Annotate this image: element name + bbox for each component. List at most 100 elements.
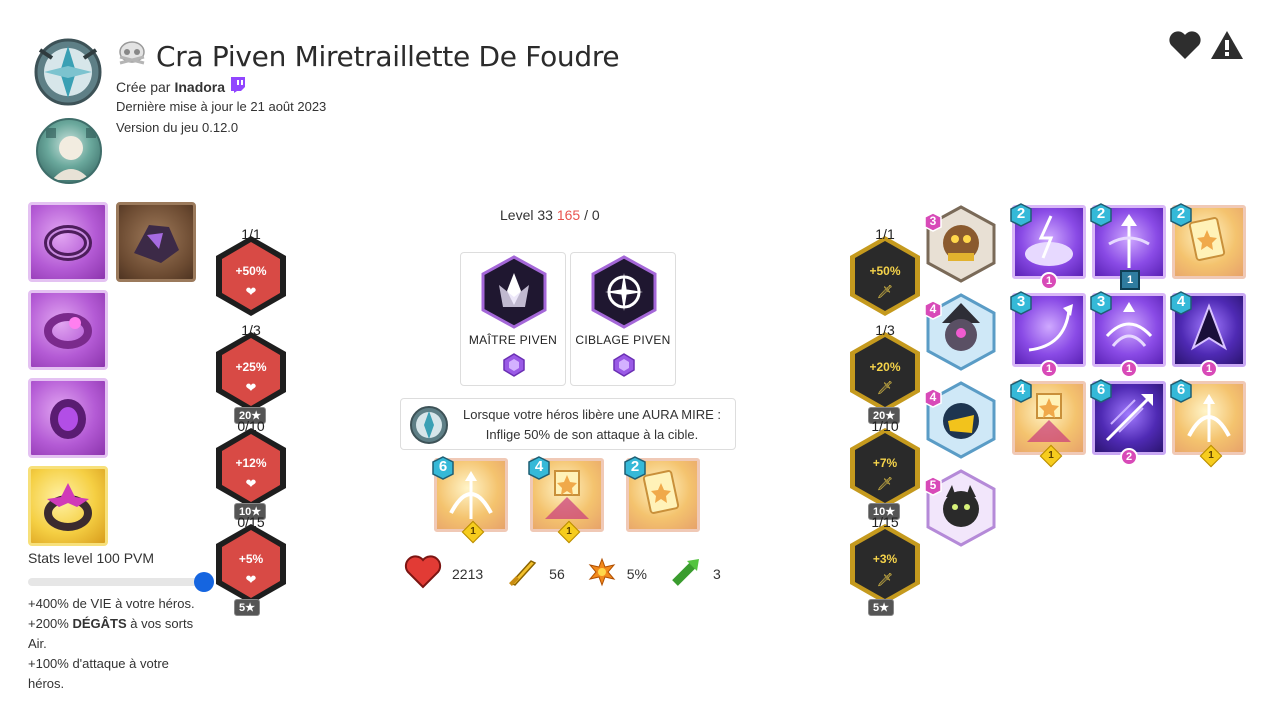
class-emblem (30, 36, 106, 108)
rune-count: 1/1 (875, 226, 895, 242)
hero-stats-bar: 2213 56 5% 3 (404, 555, 721, 592)
author-name[interactable]: Inadora (174, 79, 225, 95)
level-indicator: Level 33 165 / 0 (500, 207, 600, 223)
heart-icon: ❤ (245, 380, 257, 395)
heart-icon: ❤ (245, 476, 257, 491)
level-label: Level 33 (500, 207, 553, 223)
spell-level-badge: 1 (1200, 360, 1218, 378)
spell-cost-badge: 6 (1090, 379, 1112, 403)
attack-rune-3[interactable]: 1/10 +7% 🗡 10★ (848, 418, 922, 520)
game-version: Version du jeu 0.12.0 (116, 120, 239, 135)
rune-count: 1/3 (875, 322, 895, 338)
companion-cost-badge: 5 (924, 476, 942, 496)
star-requirement: 5★ (868, 599, 894, 616)
crit-icon (587, 557, 617, 590)
build-title: Cra Piven Miretraillette De Foudre (156, 39, 620, 73)
description-line-2: Inflige 50% de son attaque à la cible. (485, 427, 699, 442)
gem-icon (613, 353, 635, 377)
range-icon (669, 555, 703, 592)
last-updated: Dernière mise à jour le 21 août 2023 (116, 99, 327, 114)
card-ciblage-piven[interactable]: CIBLAGE PIVEN (570, 252, 676, 386)
life-value: 2213 (452, 565, 484, 582)
spell-cost-badge: 4 (1010, 379, 1032, 403)
sword-icon: 🗡 (876, 572, 894, 587)
stat-damage-suffix: à vos sorts (126, 616, 194, 631)
sword-icon: 🗡 (876, 284, 894, 299)
warning-icon[interactable] (1210, 30, 1244, 65)
passive-description: Lorsque votre héros libère une AURA MIRE… (400, 398, 736, 450)
spell-cost-badge: 2 (624, 456, 646, 480)
stats-title: Stats level 100 PVM (28, 550, 155, 566)
companion-cost-badge: 4 (924, 300, 942, 320)
stat-damage-label: DÉGÂTS (72, 616, 127, 631)
companion-cost-badge: 4 (924, 388, 942, 408)
author-avatar (36, 118, 102, 184)
spell-cost-badge: 2 (1010, 203, 1032, 227)
created-by-label: Crée par (116, 78, 171, 95)
spell-level-badge: 1 (1040, 360, 1058, 378)
rune-count: 0/15 (237, 514, 265, 530)
card-label: CIBLAGE PIVEN (575, 333, 671, 347)
heart-icon: ❤ (245, 284, 257, 299)
stat-damage: +200% DÉGÂTS à vos sorts (28, 614, 218, 634)
heart-icon: ❤ (245, 572, 257, 587)
gear-ring-2[interactable] (28, 290, 108, 370)
stat-attack-target: héros. (28, 676, 65, 691)
class-emblem-icon (410, 406, 448, 444)
gear-ring-legendary[interactable] (28, 466, 108, 546)
level-points-current: 165 (556, 207, 581, 223)
spell-level-badge: 1 (1040, 272, 1058, 290)
card-label: MAÎTRE PIVEN (468, 333, 558, 347)
spell-level-badge: 1 (1120, 270, 1140, 290)
level-points-total: / 0 (584, 207, 600, 223)
spell-level-badge: 2 (1120, 448, 1138, 466)
rune-value: +3% (872, 552, 898, 566)
stat-damage-element: Air. (28, 636, 47, 651)
description-line-1: Lorsque votre héros libère une AURA MIRE… (463, 407, 721, 422)
attack-rune-4[interactable]: 1/15 +3% 🗡 5★ (848, 514, 922, 616)
sword-icon: 🗡 (876, 476, 894, 491)
gear-ring-1[interactable] (28, 202, 108, 282)
rune-value: +25% (235, 360, 267, 374)
gear-amulet[interactable] (116, 202, 196, 282)
card-maitre-piven[interactable]: MAÎTRE PIVEN (460, 252, 566, 386)
life-rune-3[interactable]: 0/10 +12% ❤ 10★ (214, 418, 288, 520)
level-slider-knob[interactable] (194, 572, 214, 592)
crit-value: 5% (626, 565, 647, 582)
rune-value: +12% (235, 456, 267, 470)
rune-count: 1/1 (241, 226, 261, 242)
skull-icon (116, 40, 148, 72)
rune-count: 1/10 (871, 418, 899, 434)
description-text: Lorsque votre héros libère une AURA MIRE… (451, 405, 733, 445)
spell-level-badge: 1 (1120, 360, 1138, 378)
life-icon (404, 555, 442, 592)
spell-cost-badge: 2 (1090, 203, 1112, 227)
spell-cost-badge: 3 (1010, 291, 1032, 315)
life-rune-4[interactable]: 0/15 +5% ❤ 5★ (214, 514, 288, 616)
rune-value: +50% (235, 264, 267, 278)
rune-value: +5% (238, 552, 264, 566)
author-line: Crée par Inadora (116, 76, 247, 97)
top-actions (1168, 30, 1244, 65)
spell-cost-badge: 6 (432, 456, 454, 480)
range-value: 3 (712, 565, 721, 582)
spell-cost-badge: 4 (528, 456, 550, 480)
gem-icon (503, 353, 525, 377)
gear-shield[interactable] (28, 378, 108, 458)
spell-cost-badge: 3 (1090, 291, 1112, 315)
companion-cost-badge: 3 (924, 212, 942, 232)
title-row: Cra Piven Miretraillette De Foudre (116, 38, 620, 74)
sword-icon: 🗡 (876, 380, 894, 395)
twitch-icon[interactable] (229, 76, 247, 97)
life-rune-2[interactable]: 1/3 +25% ❤ 20★ (214, 322, 288, 424)
attack-rune-2[interactable]: 1/3 +20% 🗡 20★ (848, 322, 922, 424)
spell-cost-badge: 2 (1170, 203, 1192, 227)
life-rune-1[interactable]: 1/1 +50% ❤ (214, 226, 288, 318)
star-requirement: 5★ (234, 599, 260, 616)
stat-attack: +100% d'attaque à votre (28, 656, 169, 671)
level-slider-track[interactable] (28, 578, 206, 586)
heart-icon[interactable] (1168, 30, 1202, 65)
attack-value: 56 (549, 565, 565, 582)
rune-value: +7% (872, 456, 898, 470)
attack-rune-1[interactable]: 1/1 +50% 🗡 (848, 226, 922, 318)
